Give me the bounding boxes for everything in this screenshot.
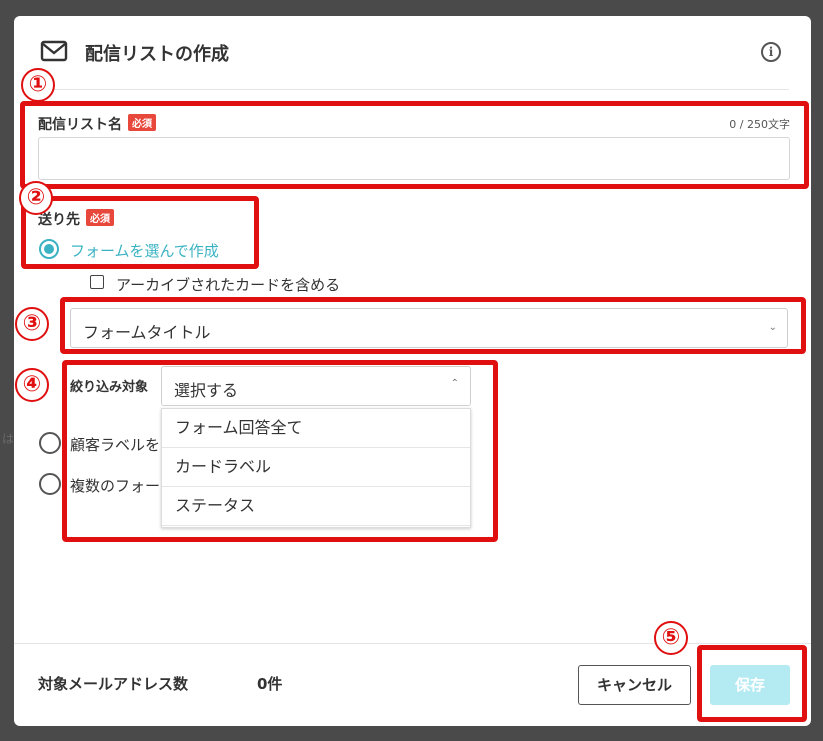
footer-divider xyxy=(14,643,811,644)
target-email-count-value: 0件 xyxy=(257,675,283,693)
include-archived-label[interactable]: アーカイブされたカードを含める xyxy=(116,274,340,295)
annotation-box-1 xyxy=(20,101,809,189)
annotation-number-4: ④ xyxy=(15,368,49,402)
radio-customer-label[interactable] xyxy=(39,432,61,454)
annotation-box-4 xyxy=(62,360,498,542)
annotation-number-1: ① xyxy=(21,68,55,102)
backdrop-text: は xyxy=(2,432,15,446)
annotation-number-5: ⑤ xyxy=(654,621,688,655)
radio-multiple-forms[interactable] xyxy=(39,473,61,495)
annotation-number-3: ③ xyxy=(15,307,49,341)
info-icon[interactable]: i xyxy=(761,42,781,62)
mail-icon xyxy=(40,40,68,62)
target-email-count-label: 対象メールアドレス数 xyxy=(38,675,189,693)
modal-title: 配信リストの作成 xyxy=(85,44,229,65)
annotation-box-5 xyxy=(697,645,807,722)
annotation-number-2: ② xyxy=(19,181,53,215)
annotation-box-3 xyxy=(60,297,806,354)
include-archived-checkbox[interactable] xyxy=(90,275,104,289)
annotation-box-2 xyxy=(21,196,259,269)
header-divider xyxy=(38,89,789,90)
cancel-button[interactable]: キャンセル xyxy=(578,665,691,705)
